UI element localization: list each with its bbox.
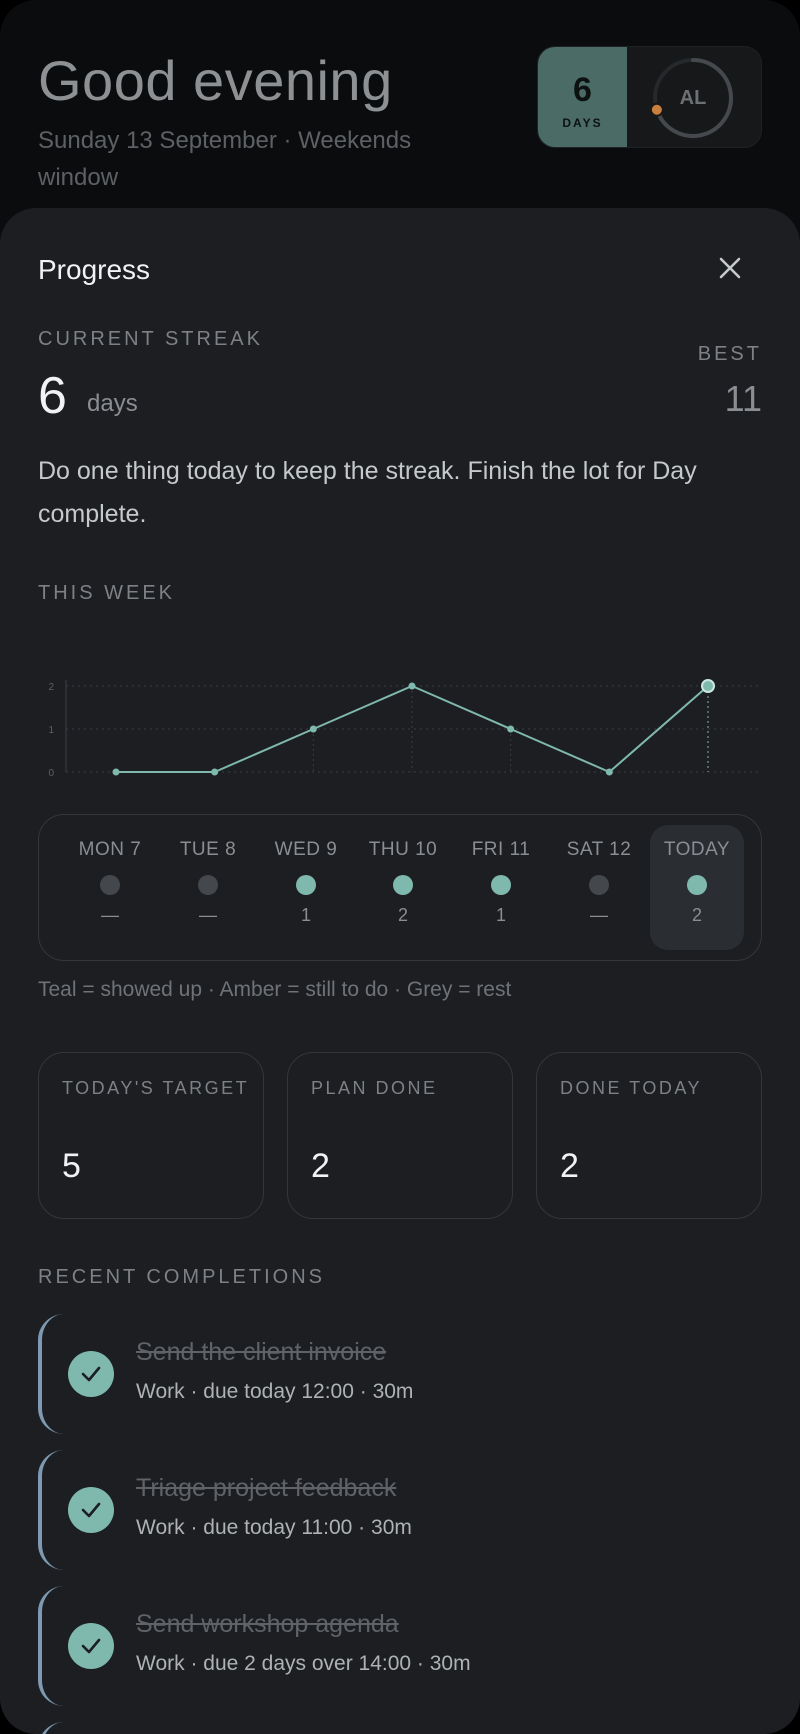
chart-point [211, 768, 219, 776]
completion-item[interactable]: Triage project feedback Work · due today… [38, 1450, 762, 1570]
check-icon [81, 1366, 101, 1382]
stat-value: 2 [560, 1147, 579, 1185]
chart-y-tick-label: 1 [48, 725, 54, 736]
chart-point [507, 725, 515, 733]
week-day-status-dot [393, 875, 413, 895]
best-streak-label: BEST [697, 343, 762, 365]
stat-card-target: TODAY'S TARGET 5 [38, 1052, 264, 1219]
week-day-count: — [590, 905, 608, 925]
week-day-thu-10[interactable]: THU 10 2 [356, 825, 450, 950]
stat-card-done-today: DONE TODAY 2 [536, 1052, 762, 1219]
stat-label: DONE TODAY [560, 1078, 703, 1098]
week-day-count: — [199, 905, 217, 925]
completed-check-button[interactable] [68, 1487, 114, 1533]
close-icon [719, 257, 741, 279]
week-line-chart: 0 1 2 [48, 679, 758, 779]
completion-item[interactable]: Send the client invoice Work · due today… [38, 1314, 762, 1434]
completed-check-button[interactable] [68, 1623, 114, 1669]
stat-value: 5 [62, 1147, 81, 1185]
streak-days-tile: 6 DAYS [538, 47, 627, 147]
check-icon [81, 1502, 101, 1518]
completion-item-partial[interactable] [38, 1722, 762, 1734]
progress-sheet: Progress CURRENT STREAK BEST 6 days 11 D… [0, 208, 800, 1734]
streak-days-label: DAYS [562, 116, 603, 130]
check-icon [81, 1638, 101, 1654]
streak-badge[interactable]: 6 DAYS AL [537, 46, 762, 148]
week-day-status-dot [491, 875, 511, 895]
stat-label: PLAN DONE [311, 1078, 438, 1098]
week-day-label: MON 7 [78, 839, 142, 860]
chart-point [701, 679, 715, 693]
week-day-label: TUE 8 [179, 839, 237, 860]
week-day-count: 2 [691, 905, 702, 925]
completion-meta: Work · due today 12:00 · 30m [136, 1380, 414, 1403]
streak-message: Do one thing today to keep the streak. F… [38, 457, 697, 528]
completion-item[interactable]: Send workshop agenda Work · due 2 days o… [38, 1586, 762, 1706]
chart-point [605, 768, 613, 776]
greeting-title: Good evening [38, 49, 393, 112]
week-day-sat-12[interactable]: SAT 12 — [552, 825, 646, 950]
avatar-initials: AL [679, 87, 707, 109]
stat-card-plan-done: PLAN DONE 2 [287, 1052, 513, 1219]
week-day-label: WED 9 [274, 839, 338, 860]
app-screen: Good evening Sunday 13 September · Weeke… [0, 0, 800, 1734]
week-day-status-dot [589, 875, 609, 895]
sheet-title: Progress [38, 254, 151, 285]
week-day-status-dot [296, 875, 316, 895]
week-day-wed-9[interactable]: WED 9 1 [259, 825, 353, 950]
completion-meta: Work · due today 11:00 · 30m [136, 1516, 412, 1539]
week-day-status-dot [687, 875, 707, 895]
chart-point [112, 768, 120, 776]
week-day-label: THU 10 [368, 839, 438, 860]
close-button[interactable] [714, 252, 746, 284]
recent-completions-label: RECENT COMPLETIONS [38, 1266, 325, 1288]
completion-title: Send the client invoice [136, 1338, 387, 1366]
this-week-label: THIS WEEK [38, 582, 176, 604]
best-streak-value: 11 [724, 378, 762, 419]
avatar[interactable]: AL [648, 53, 738, 143]
current-streak-label: CURRENT STREAK [38, 328, 263, 350]
week-day-mon-7[interactable]: MON 7 — [63, 825, 157, 950]
week-day-fri-11[interactable]: FRI 11 1 [454, 825, 548, 950]
week-days-strip: MON 7— TUE 8— WED 9 1 THU 10 2 FRI 11 1 SAT 12— T… [38, 814, 762, 961]
completion-title: Triage project feedback [136, 1474, 397, 1502]
week-day-tue-8[interactable]: TUE 8 — [161, 825, 255, 950]
week-day-status-dot [198, 875, 218, 895]
current-streak-value: 6 [38, 367, 67, 425]
week-day-count: — [101, 905, 119, 925]
completed-check-button[interactable] [68, 1351, 114, 1397]
stat-value: 2 [311, 1147, 330, 1185]
completion-title: Send workshop agenda [136, 1610, 399, 1638]
streak-days-value: 6 [573, 71, 592, 109]
chart-point [309, 725, 317, 733]
completion-meta: Work · due 2 days over 14:00 · 30m [136, 1652, 471, 1675]
current-streak-unit: days [87, 390, 138, 417]
stat-label: TODAY'S TARGET [62, 1078, 250, 1098]
date-subtitle: Sunday 13 September · Weekends window [38, 127, 412, 191]
week-day-count: 1 [495, 905, 506, 925]
week-day-count: 2 [397, 905, 408, 925]
week-day-label: TODAY [663, 839, 731, 860]
week-day-status-dot [100, 875, 120, 895]
week-day-label: SAT 12 [566, 839, 632, 860]
week-day-label: FRI 11 [471, 839, 531, 860]
chart-y-tick-label: 0 [48, 768, 54, 779]
week-day-count: 1 [300, 905, 311, 925]
chart-y-tick-label: 2 [48, 682, 54, 693]
week-day-today[interactable]: TODAY 2 [650, 825, 744, 950]
week-legend: Teal = showed up · Amber = still to do ·… [38, 978, 512, 1001]
chart-point [408, 682, 416, 690]
